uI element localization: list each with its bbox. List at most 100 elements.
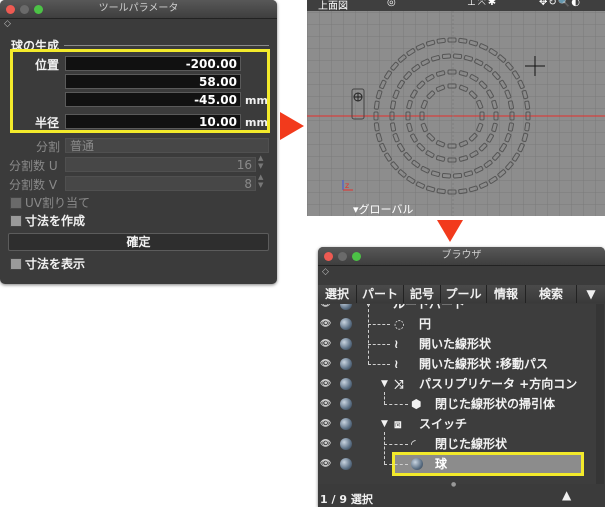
div-v-field[interactable]: 8 <box>65 176 256 191</box>
tree-connector <box>384 444 408 445</box>
panel-menu-icon[interactable]: ◇ <box>4 19 11 29</box>
circle-label: 円 <box>419 317 432 331</box>
tree-connector <box>384 464 408 465</box>
tool-parameter-panel: ツールパラメータ ◇ 球の生成 位置 -200.00 58.00 -45.00 … <box>0 0 277 284</box>
div-u-field[interactable]: 16 <box>65 157 256 172</box>
display-icons[interactable]: ⊥⤧✱ <box>467 0 498 8</box>
expand-triangle-icon[interactable]: ▼ <box>381 374 388 394</box>
shading-icon[interactable] <box>340 378 352 390</box>
tabs-dropdown-icon[interactable]: ▼ <box>577 285 605 303</box>
tab-search[interactable]: 検索 <box>526 285 577 303</box>
eye-icon[interactable]: 👁 <box>320 304 331 314</box>
tab-select[interactable]: 選択 <box>318 285 357 303</box>
viewport-toolbar: 上面図 ◎ ⊥⤧✱ ✥↻🔍◐ <box>307 0 605 12</box>
tool-panel-titlebar[interactable]: ツールパラメータ <box>0 0 277 19</box>
tree-row-root[interactable]: 👁 ▼ ルートパート <box>318 304 605 314</box>
tree-connector <box>384 432 385 464</box>
circle-shape-icon: ◌ <box>394 317 405 331</box>
uv-checkbox[interactable] <box>10 197 22 209</box>
eye-icon[interactable]: 👁 <box>320 394 331 414</box>
eye-icon[interactable]: 👁 <box>320 414 331 434</box>
status-triangle-icon[interactable]: ▲ <box>562 488 571 502</box>
switch-label: スイッチ <box>419 417 468 431</box>
path-replicator-label: パスリプリケータ +方向コン <box>419 377 578 391</box>
eye-icon[interactable]: 👁 <box>320 314 331 334</box>
tool-panel-title: ツールパラメータ <box>98 3 179 14</box>
section-divider <box>64 45 269 46</box>
browser-titlebar[interactable]: ブラウザ <box>318 247 605 266</box>
div-u-stepper[interactable]: ▲ ▼ <box>258 154 263 170</box>
zoom-button[interactable] <box>34 5 43 14</box>
uv-label: UV割り当て <box>25 196 90 210</box>
eye-icon[interactable]: 👁 <box>320 434 331 454</box>
sweep-icon: ⬢ <box>411 397 422 411</box>
closed-line-label: 閉じた線形状 <box>435 437 508 451</box>
tree-row-switch[interactable]: 👁 ▼ ⧈ スイッチ <box>318 414 605 434</box>
browser-tabs: 選択 パート 記号 プール 情報 検索 ▼ <box>318 285 605 303</box>
div-v-stepper[interactable]: ▲ ▼ <box>258 173 263 189</box>
open-line-icon: ≀ <box>394 357 399 371</box>
show-dimension-checkbox[interactable] <box>10 258 22 270</box>
open-line-label: 開いた線形状 <box>419 337 492 351</box>
browser-zoom-button[interactable] <box>352 252 361 261</box>
target-icon[interactable]: ◎ <box>387 0 396 8</box>
shading-icon[interactable] <box>340 398 352 410</box>
tab-info[interactable]: 情報 <box>487 285 526 303</box>
shading-icon[interactable] <box>340 458 352 470</box>
div-u-label: 分割数 U <box>9 159 58 173</box>
tree-connector <box>368 344 390 345</box>
sweep-label: 閉じた線形状の掃引体 <box>435 397 556 411</box>
shading-icon[interactable] <box>340 318 352 330</box>
tree-row-path-replicator[interactable]: 👁 ▼ ⤨ パスリプリケータ +方向コン <box>318 374 605 394</box>
tab-part[interactable]: パート <box>357 285 404 303</box>
move-path-label: 開いた線形状 :移動パス <box>419 357 548 371</box>
svg-text:z: z <box>345 181 349 190</box>
shading-icon[interactable] <box>340 358 352 370</box>
browser-menu-icon[interactable]: ◇ <box>322 267 329 277</box>
highlight-frame <box>10 49 270 133</box>
navigation-icons[interactable]: ✥↻🔍◐ <box>539 0 581 8</box>
top-view-viewport[interactable]: z 上面図 ◎ ⊥⤧✱ ✥↻🔍◐ ▾グローバル <box>307 0 605 216</box>
tab-symbol[interactable]: 記号 <box>404 285 441 303</box>
eye-icon[interactable]: 👁 <box>320 334 331 354</box>
selection-highlight-frame <box>392 452 584 476</box>
tree-connector <box>384 392 385 404</box>
browser-minimize-button[interactable] <box>338 252 347 261</box>
resize-dot-icon[interactable]: ● <box>451 481 456 488</box>
browser-panel: ブラウザ ◇ 選択 パート 記号 プール 情報 検索 ▼ 👁 ▼ ルートパート … <box>318 247 605 507</box>
eye-icon[interactable]: 👁 <box>320 454 331 474</box>
selection-status: 1 / 9 選択 <box>320 493 373 506</box>
confirm-button[interactable]: 確定 <box>8 233 269 251</box>
global-label[interactable]: ▾グローバル <box>353 201 413 216</box>
eye-icon[interactable]: 👁 <box>320 354 331 374</box>
tree-scrollbar[interactable] <box>596 304 604 484</box>
close-button[interactable] <box>6 5 15 14</box>
shading-icon[interactable] <box>340 304 352 310</box>
tree-row-move-path[interactable]: 👁 ≀ 開いた線形状 :移動パス <box>318 354 605 374</box>
tab-pool[interactable]: プール <box>441 285 487 303</box>
minimize-button[interactable] <box>20 5 29 14</box>
expand-triangle-icon[interactable]: ▼ <box>381 414 388 434</box>
shading-icon[interactable] <box>340 338 352 350</box>
tree-connector <box>368 304 369 364</box>
shading-icon[interactable] <box>340 418 352 430</box>
viewport-canvas: z <box>307 0 605 216</box>
division-value: 普通 <box>70 139 95 153</box>
division-label: 分割 <box>36 140 61 154</box>
shading-icon[interactable] <box>340 438 352 450</box>
tree-row-sweep[interactable]: 👁 ⬢ 閉じた線形状の掃引体 <box>318 394 605 414</box>
tree-connector <box>384 404 408 405</box>
browser-tree: 👁 ▼ ルートパート 👁 ◌ 円 👁 ≀ 開いた線形状 👁 ≀ 開いた線形状 :… <box>318 304 605 484</box>
division-select[interactable]: 普通 <box>65 138 269 153</box>
tree-row-circle[interactable]: 👁 ◌ 円 <box>318 314 605 334</box>
show-dimension-label: 寸法を表示 <box>25 257 86 271</box>
eye-icon[interactable]: 👁 <box>320 374 331 394</box>
view-label[interactable]: 上面図 <box>318 0 348 12</box>
create-dimension-checkbox[interactable] <box>10 215 22 227</box>
tree-row-open-line[interactable]: 👁 ≀ 開いた線形状 <box>318 334 605 354</box>
open-line-icon: ≀ <box>394 337 399 351</box>
tree-row-closed-line[interactable]: 👁 ◜ 閉じた線形状 <box>318 434 605 454</box>
replicator-icon: ⤨ <box>394 377 404 391</box>
browser-close-button[interactable] <box>324 252 333 261</box>
closed-line-icon: ◜ <box>411 437 416 451</box>
